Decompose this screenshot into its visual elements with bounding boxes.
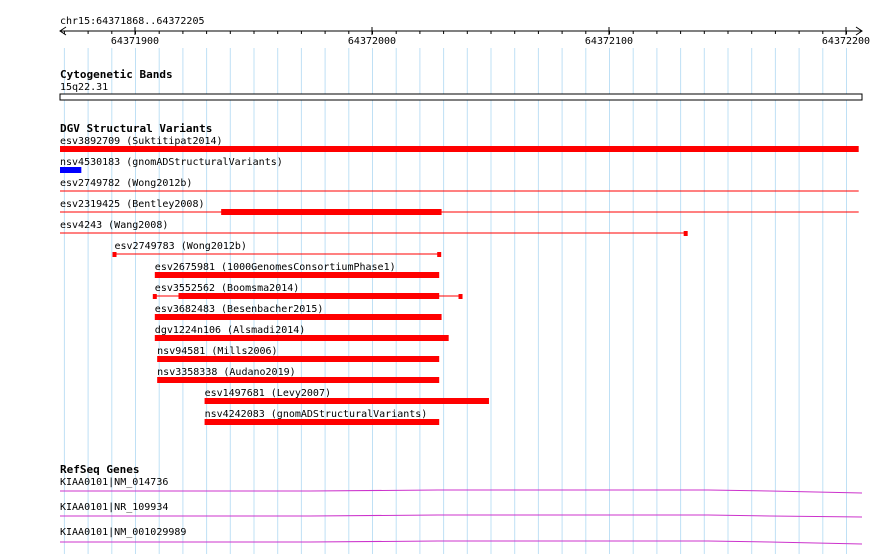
dgv-track: DGV Structural Variants esv3892709 (Sukt… <box>60 122 859 425</box>
gene-line[interactable] <box>60 514 863 518</box>
dgv-variant-bar[interactable] <box>60 146 859 152</box>
dgv-item-label[interactable]: esv2749782 (Wong2012b) <box>60 178 192 189</box>
gene-line[interactable] <box>60 489 863 494</box>
dgv-item[interactable]: dgv1224n106 (Alsmadi2014) <box>154 325 449 341</box>
cytoband-label[interactable]: 15q22.31 <box>60 82 108 93</box>
dgv-item[interactable]: esv4243 (Wang2008) <box>60 220 688 236</box>
gene-line[interactable] <box>60 540 863 545</box>
gene-label[interactable]: KIAA0101|NM_001029989 <box>60 527 186 538</box>
dgv-item-label[interactable]: esv3682483 (Besenbacher2015) <box>155 304 324 315</box>
dgv-variant-bar[interactable] <box>60 167 82 173</box>
dgv-item[interactable]: esv3552562 (Boomsma2014) <box>152 283 463 299</box>
dgv-item[interactable]: nsv3358338 (Audano2019) <box>157 367 440 383</box>
track-title-refseq: RefSeq Genes <box>60 463 139 476</box>
genome-browser-view: chr15:64371868..64372205 64371900 643720… <box>59 16 870 554</box>
dgv-variant-bar[interactable] <box>221 209 442 215</box>
refseq-track: RefSeq Genes KIAA0101|NM_014736 KIAA0101… <box>60 463 863 545</box>
ruler-tick-label: 64372200 <box>822 36 870 47</box>
dgv-item-label[interactable]: nsv4242083 (gnomADStructuralVariants) <box>205 409 428 420</box>
ruler: chr15:64371868..64372205 64371900 643720… <box>59 16 870 47</box>
dgv-item-label[interactable]: esv3892709 (Suktitipat2014) <box>60 136 223 147</box>
dgv-variant-bar[interactable] <box>204 398 489 404</box>
dgv-variant-bar[interactable] <box>204 419 440 425</box>
dgv-item-label[interactable]: esv3552562 (Boomsma2014) <box>155 283 299 294</box>
dgv-item-label[interactable]: esv2749783 (Wong2012b) <box>115 241 247 252</box>
dgv-item-label[interactable]: nsv94581 (Mills2006) <box>157 346 277 357</box>
dgv-variant-bar[interactable] <box>157 356 440 362</box>
ruler-tick-label: 64371900 <box>111 36 159 47</box>
dgv-items: esv3892709 (Suktitipat2014) nsv4530183 (g… <box>60 136 859 425</box>
dgv-variant-cap <box>437 252 442 257</box>
dgv-variant-bar[interactable] <box>154 272 440 278</box>
dgv-variant-cap <box>152 294 157 299</box>
dgv-variant-bar[interactable] <box>157 377 440 383</box>
ruler-tick-label: 64372100 <box>585 36 633 47</box>
dgv-variant-bar[interactable] <box>178 293 440 299</box>
dgv-item-label[interactable]: nsv3358338 (Audano2019) <box>157 367 295 378</box>
dgv-item-label[interactable]: esv1497681 (Levy2007) <box>205 388 331 399</box>
ruler-tick-label: 64372000 <box>348 36 396 47</box>
dgv-item[interactable]: esv2749782 (Wong2012b) <box>60 178 859 192</box>
dgv-item[interactable]: nsv94581 (Mills2006) <box>157 346 440 362</box>
dgv-item-label[interactable]: nsv4530183 (gnomADStructuralVariants) <box>60 157 283 168</box>
dgv-item-label[interactable]: esv2319425 (Bentley2008) <box>60 199 205 210</box>
dgv-item[interactable]: esv1497681 (Levy2007) <box>204 388 489 404</box>
gene-label[interactable]: KIAA0101|NR_109934 <box>60 502 168 513</box>
dgv-item[interactable]: esv3682483 (Besenbacher2015) <box>154 304 442 320</box>
dgv-item[interactable]: nsv4242083 (gnomADStructuralVariants) <box>204 409 440 425</box>
dgv-item-label[interactable]: esv2675981 (1000GenomesConsortiumPhase1) <box>155 262 396 273</box>
dgv-item[interactable]: esv2319425 (Bentley2008) <box>60 199 859 215</box>
track-title-cytoband: Cytogenetic Bands <box>60 68 173 81</box>
dgv-item[interactable]: nsv4530183 (gnomADStructuralVariants) <box>60 157 283 173</box>
dgv-variant-cap <box>112 252 117 257</box>
dgv-item[interactable]: esv3892709 (Suktitipat2014) <box>60 136 859 152</box>
gene-label[interactable]: KIAA0101|NM_014736 <box>60 477 168 488</box>
dgv-item-label[interactable]: dgv1224n106 (Alsmadi2014) <box>155 325 306 336</box>
cytoband-bar[interactable] <box>59 93 863 101</box>
track-title-dgv: DGV Structural Variants <box>60 122 212 135</box>
dgv-variant-bar[interactable] <box>154 335 449 341</box>
dgv-variant-cap <box>458 294 463 299</box>
dgv-variant-bar[interactable] <box>154 314 442 320</box>
dgv-item[interactable]: esv2749783 (Wong2012b) <box>112 241 442 257</box>
cytoband-track: Cytogenetic Bands 15q22.31 <box>59 68 863 101</box>
dgv-variant-cap <box>683 231 688 236</box>
dgv-item-label[interactable]: esv4243 (Wang2008) <box>60 220 168 231</box>
region-label: chr15:64371868..64372205 <box>60 16 205 27</box>
